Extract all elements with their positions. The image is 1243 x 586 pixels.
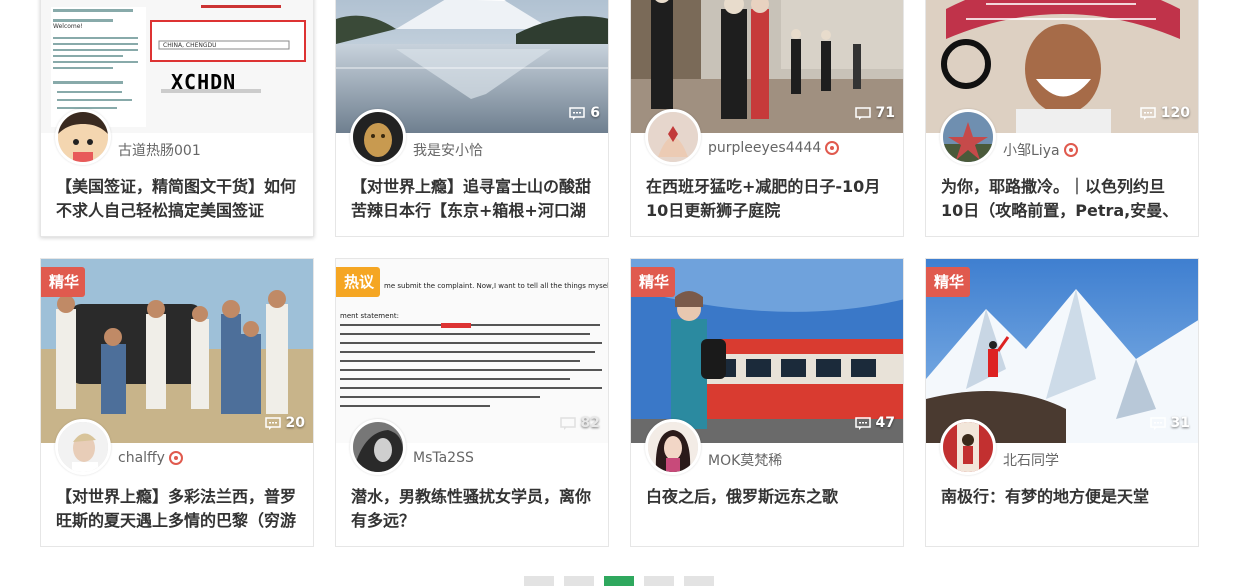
comment-count-value: 20 (285, 415, 305, 431)
comment-bubble-icon (264, 416, 281, 430)
author-name[interactable]: 小邹Liya (1003, 140, 1078, 160)
location-select-text: CHINA, CHENGDU (163, 42, 217, 49)
post-title[interactable]: 白夜之后，俄罗斯远东之歌 (646, 485, 891, 533)
author-label: MsTa2SS (413, 450, 474, 466)
post-card[interactable]: me submit the complaint. Now,I want to t… (335, 258, 609, 547)
page-button[interactable] (564, 576, 594, 586)
featured-badge: 精华 (926, 267, 971, 297)
comment-count: 20 (264, 415, 305, 431)
featured-badge: 精华 (631, 267, 676, 297)
author-label: 小邹Liya (1003, 143, 1060, 159)
post-card[interactable]: 精华 20 chalffy 【对世界上瘾】多彩法兰西，普罗旺斯的夏天遇上多情的巴… (40, 258, 314, 547)
welcome-text: Welcome! (53, 23, 83, 30)
page-button[interactable] (644, 576, 674, 586)
author-avatar[interactable] (940, 419, 996, 475)
verified-badge-icon (825, 141, 840, 155)
post-card[interactable]: 精华 31 北石同学 南极行：有梦的地方便是天堂 (925, 258, 1199, 547)
comment-count: 71 (854, 105, 895, 121)
comment-count-value: 31 (1170, 415, 1190, 431)
comment-count-value: 6 (590, 105, 600, 121)
post-title[interactable]: 南极行：有梦的地方便是天堂 (941, 485, 1186, 533)
post-thumbnail[interactable]: 精华 47 (631, 259, 903, 443)
page-button-active[interactable] (604, 576, 634, 586)
author-name[interactable]: 北石同学 (1003, 450, 1059, 470)
author-avatar[interactable] (645, 419, 701, 475)
author-name[interactable]: 古道热肠001 (118, 140, 201, 160)
comment-count: 47 (854, 415, 895, 431)
comment-count: 31 (1149, 415, 1190, 431)
author-label: purpleeyes4444 (708, 140, 822, 156)
captcha-text: XCHDN (171, 70, 237, 94)
comment-count-value: 47 (875, 415, 895, 431)
verified-badge-icon (1063, 143, 1078, 157)
author-avatar[interactable] (55, 109, 111, 165)
post-card[interactable]: 6 我是安小恰 【对世界上瘾】追寻富士山の酸甜苦辣日本行【东京+箱根+河口湖 (335, 0, 609, 237)
comment-count: 6 (569, 105, 600, 121)
comment-count-value: 82 (580, 415, 600, 431)
comment-bubble-icon (854, 106, 871, 120)
post-thumbnail[interactable]: me submit the complaint. Now,I want to t… (336, 259, 609, 443)
post-title[interactable]: 【对世界上瘾】追寻富士山の酸甜苦辣日本行【东京+箱根+河口湖 (351, 175, 596, 223)
author-avatar[interactable] (940, 109, 996, 165)
comment-bubble-icon (854, 416, 871, 430)
post-card[interactable]: 120 小邹Liya 为你，耶路撒冷。｜以色列约旦10日（攻略前置，Petra,… (925, 0, 1199, 237)
post-title[interactable]: 潜水，男教练性骚扰女学员，离你有多远？ (351, 485, 596, 533)
author-name[interactable]: chalffy (118, 450, 183, 466)
author-name[interactable]: purpleeyes4444 (708, 140, 840, 156)
document-label-text: ment statement: (340, 312, 399, 320)
author-name[interactable]: 我是安小恰 (413, 140, 483, 160)
post-title[interactable]: 为你，耶路撒冷。｜以色列约旦10日（攻略前置，Petra,安曼、入 (941, 175, 1186, 223)
verified-badge-icon (168, 451, 183, 465)
post-card[interactable]: 71 purpleeyes4444 在西班牙猛吃+减肥的日子-10月10日更新狮… (630, 0, 904, 237)
comment-bubble-icon (1149, 416, 1166, 430)
author-avatar[interactable] (645, 109, 701, 165)
post-card[interactable]: XCHDN CHINA, CHENGDU Welcome! 古道热肠001 【美… (40, 0, 314, 237)
document-header-text: me submit the complaint. Now,I want to t… (384, 282, 609, 290)
author-avatar[interactable] (350, 419, 406, 475)
comment-bubble-icon (1140, 106, 1156, 120)
author-name[interactable]: MsTa2SS (413, 450, 474, 466)
comment-bubble-icon (559, 416, 576, 430)
comment-count: 82 (559, 415, 600, 431)
post-title[interactable]: 【美国签证，精简图文干货】如何不求人自己轻松搞定美国签证 (56, 175, 301, 223)
author-label: MOK莫梵稀 (708, 453, 783, 469)
hot-topic-badge: 热议 (336, 267, 381, 297)
author-avatar[interactable] (55, 419, 111, 475)
author-name[interactable]: MOK莫梵稀 (708, 450, 782, 470)
page-button[interactable] (524, 576, 554, 586)
comment-count: 120 (1140, 105, 1190, 121)
post-thumbnail[interactable]: 精华 20 (41, 259, 313, 443)
post-thumbnail[interactable]: 精华 31 (926, 259, 1198, 443)
author-avatar[interactable] (350, 109, 406, 165)
author-label: 北石同学 (1003, 453, 1059, 469)
author-label: 古道热肠001 (118, 143, 201, 159)
featured-badge: 精华 (41, 267, 86, 297)
post-card[interactable]: 精华 47 MOK莫梵稀 白夜之后，俄罗斯远东之歌 (630, 258, 904, 547)
post-title[interactable]: 在西班牙猛吃+减肥的日子-10月10日更新狮子庭院 (646, 175, 891, 223)
comment-count-value: 120 (1160, 105, 1190, 121)
author-label: 我是安小恰 (413, 143, 483, 159)
comment-bubble-icon (569, 106, 585, 120)
page-button[interactable] (684, 576, 714, 586)
comment-count-value: 71 (875, 105, 895, 121)
post-title[interactable]: 【对世界上瘾】多彩法兰西，普罗旺斯的夏天遇上多情的巴黎（穷游 (56, 485, 301, 533)
author-label: chalffy (118, 450, 165, 466)
pagination (524, 576, 714, 586)
